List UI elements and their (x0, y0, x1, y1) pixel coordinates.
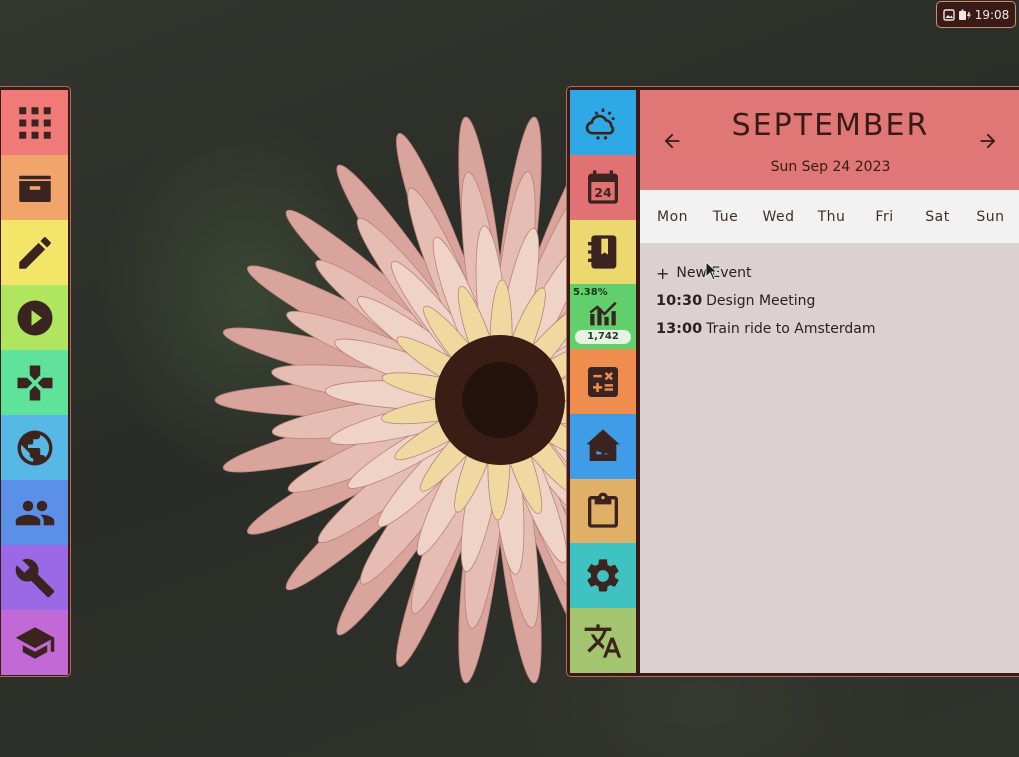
dock-item-apps[interactable] (1, 90, 68, 155)
stock-value-badge: 1,742 (575, 330, 631, 345)
calendar-icon: 24 (588, 170, 618, 204)
weekday-fri[interactable]: Fri (858, 209, 911, 225)
right-app-dock: 24 5.38% 1,742 (570, 90, 636, 674)
gear-icon (587, 559, 619, 592)
play-icon (17, 300, 52, 335)
dock-item-contacts[interactable] (1, 480, 68, 545)
stock-percent-change: 5.38% (573, 287, 608, 299)
dock-item-media[interactable] (1, 285, 68, 350)
event-title: Train ride to Amsterdam (706, 321, 876, 337)
weekday-wed[interactable]: Wed (752, 209, 805, 225)
weekday-row: Mon Tue Wed Thu Fri Sat Sun (640, 190, 1019, 243)
weekday-sun[interactable]: Sun (964, 209, 1017, 225)
calculator-icon (588, 366, 618, 397)
event-list: + New Event 10:30 Design Meeting 13:00 T… (640, 243, 1019, 343)
dock-item-translate[interactable] (570, 608, 636, 674)
weekday-mon[interactable]: Mon (646, 209, 699, 225)
grid-icon (18, 106, 51, 139)
dock-item-editor[interactable] (1, 220, 68, 285)
dock-item-settings[interactable] (570, 543, 636, 609)
dock-item-calendar[interactable]: 24 (570, 154, 636, 220)
dock-item-weather[interactable] (570, 90, 636, 155)
calendar: SEPTEMBER Sun Sep 24 2023 Mon Tue Wed Th… (640, 90, 1019, 673)
event-item[interactable]: 10:30 Design Meeting (656, 287, 1019, 315)
weekday-thu[interactable]: Thu (805, 209, 858, 225)
weekday-sat[interactable]: Sat (911, 209, 964, 225)
clock-time: 19:08 (974, 7, 1010, 22)
home-assistant-icon (586, 429, 620, 462)
stocks-icon (589, 301, 617, 326)
clipboard-icon (588, 492, 618, 528)
gamepad-icon (17, 365, 52, 400)
event-title: Design Meeting (706, 293, 816, 309)
dock-item-notes[interactable] (570, 219, 636, 285)
calendar-current-date: Sun Sep 24 2023 (770, 159, 891, 175)
wrench-icon (15, 558, 54, 597)
event-time: 10:30 (656, 293, 703, 309)
dock-item-home-assistant[interactable] (570, 413, 636, 479)
dock-item-files[interactable] (1, 155, 68, 220)
event-item[interactable]: 13:00 Train ride to Amsterdam (656, 315, 1019, 343)
event-time: 13:00 (656, 321, 703, 337)
calendar-month-title: SEPTEMBER (731, 108, 930, 143)
pencil-icon (18, 236, 51, 269)
weekday-tue[interactable]: Tue (699, 209, 752, 225)
weather-icon (585, 109, 615, 140)
mouse-cursor-icon (705, 261, 719, 281)
people-icon (15, 500, 54, 525)
system-status-pill[interactable]: 19:08 (936, 1, 1016, 28)
left-app-dock (0, 86, 71, 677)
dock-item-calculator[interactable] (570, 349, 636, 414)
graduation-cap-icon (15, 626, 54, 659)
dock-item-stocks[interactable]: 5.38% 1,742 (570, 284, 636, 350)
plus-icon: + (656, 263, 670, 283)
dock-item-education[interactable] (1, 610, 68, 675)
dock-item-tools[interactable] (1, 545, 68, 610)
dock-item-browser[interactable] (1, 415, 68, 480)
folder-icon (18, 175, 51, 202)
calendar-header: SEPTEMBER Sun Sep 24 2023 (640, 90, 1019, 190)
image-icon (943, 8, 955, 21)
arrow-right-icon (980, 133, 996, 149)
next-month-button[interactable] (974, 127, 1002, 155)
calendar-icon-day: 24 (594, 185, 612, 200)
dock-item-clipboard[interactable] (570, 478, 636, 544)
translate-icon (584, 623, 622, 658)
battery-charging-icon (958, 9, 971, 20)
calendar-widget-panel: 24 5.38% 1,742 SEPTEMBER Sun Sep 24 2023… (566, 86, 1019, 677)
notebook-icon (588, 235, 617, 269)
globe-icon (17, 430, 52, 465)
dock-item-games[interactable] (1, 350, 68, 415)
